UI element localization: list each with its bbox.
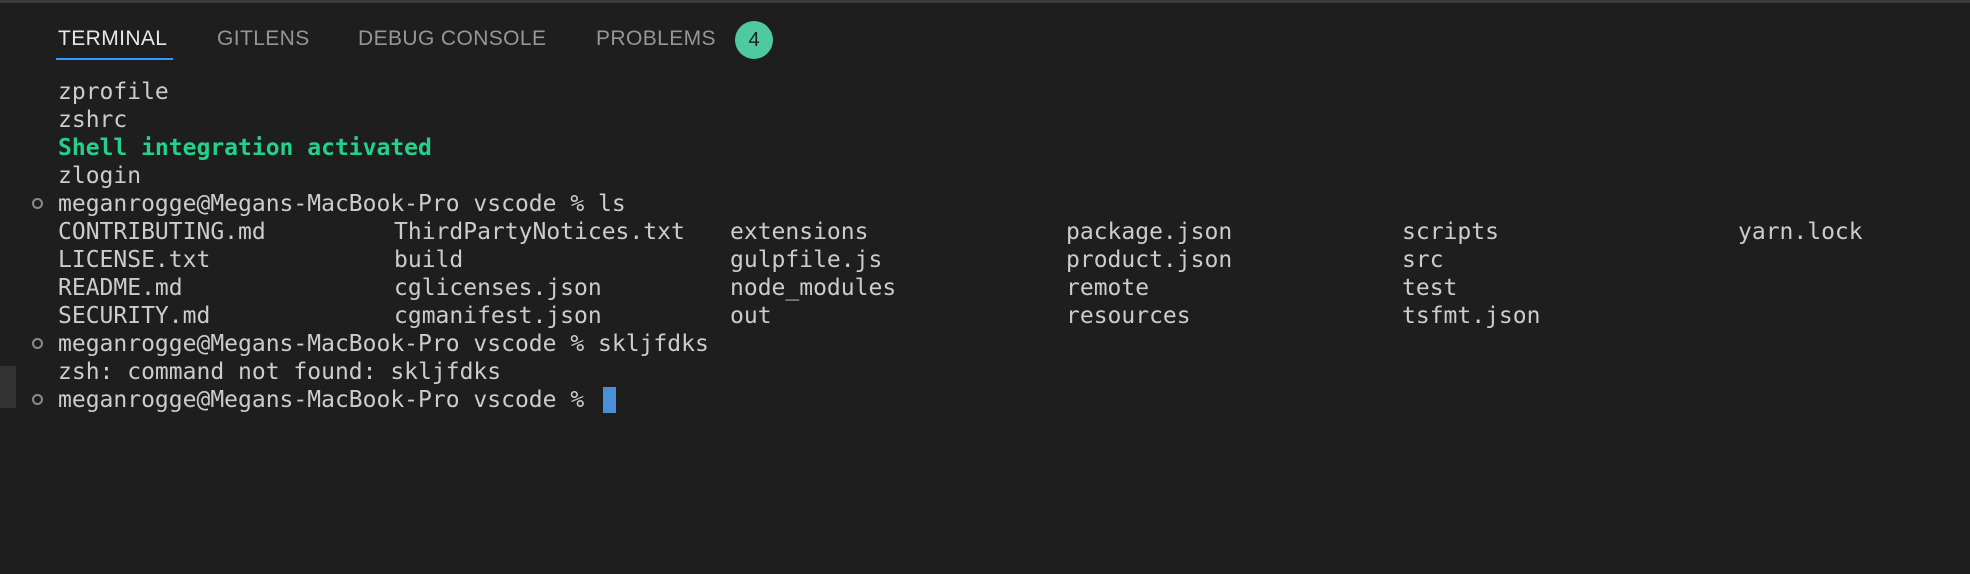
ls-entry: test xyxy=(1402,275,1458,301)
command-decoration-icon[interactable] xyxy=(32,198,43,209)
ls-entry: scripts xyxy=(1402,219,1499,245)
active-tab-indicator xyxy=(56,58,173,60)
problems-count-badge: 4 xyxy=(735,21,773,59)
ls-entry: resources xyxy=(1066,303,1191,329)
terminal-prompt-line: meganrogge@Megans-MacBook-Pro vscode % xyxy=(58,387,599,413)
terminal-prompt-line: meganrogge@Megans-MacBook-Pro vscode % s… xyxy=(58,331,709,357)
ls-entry: src xyxy=(1402,247,1444,273)
ls-entry: tsfmt.json xyxy=(1402,303,1541,329)
command-decoration-icon[interactable] xyxy=(32,394,43,405)
tab-terminal[interactable]: TERMINAL xyxy=(58,27,167,51)
ls-entry: package.json xyxy=(1066,219,1233,245)
ls-entry: build xyxy=(394,247,464,273)
terminal-output-line: zshrc xyxy=(58,107,128,133)
ls-entry: CONTRIBUTING.md xyxy=(58,219,266,245)
ls-entry: ThirdPartyNotices.txt xyxy=(394,219,685,245)
ls-entry: product.json xyxy=(1066,247,1233,273)
panel-tab-bar: TERMINAL GITLENS DEBUG CONSOLE PROBLEMS … xyxy=(0,3,1970,73)
ls-entry: out xyxy=(730,303,772,329)
ls-entry: cglicenses.json xyxy=(394,275,602,301)
command-decoration-icon[interactable] xyxy=(32,338,43,349)
tab-gitlens[interactable]: GITLENS xyxy=(217,27,310,51)
ls-entry: README.md xyxy=(58,275,183,301)
ls-entry: yarn.lock xyxy=(1738,219,1863,245)
terminal-output-line: zprofile xyxy=(58,79,169,105)
ls-entry: SECURITY.md xyxy=(58,303,211,329)
ls-entry: gulpfile.js xyxy=(730,247,883,273)
terminal-error-line: zsh: command not found: skljfdks xyxy=(58,359,502,385)
terminal-cursor xyxy=(603,387,616,413)
terminal-view[interactable]: zprofile zshrc Shell integration activat… xyxy=(0,78,1970,574)
terminal-prompt-line: meganrogge@Megans-MacBook-Pro vscode % l… xyxy=(58,191,626,217)
terminal-output-line: zlogin xyxy=(58,163,142,189)
command-failed-marker xyxy=(0,366,16,408)
ls-entry: cgmanifest.json xyxy=(394,303,602,329)
tab-problems[interactable]: PROBLEMS xyxy=(596,27,716,51)
ls-entry: node_modules xyxy=(730,275,897,301)
ls-entry: extensions xyxy=(730,219,869,245)
ls-entry: remote xyxy=(1066,275,1150,301)
ls-entry: LICENSE.txt xyxy=(58,247,211,273)
tab-debug-console[interactable]: DEBUG CONSOLE xyxy=(358,27,546,51)
shell-integration-message: Shell integration activated xyxy=(58,135,432,161)
